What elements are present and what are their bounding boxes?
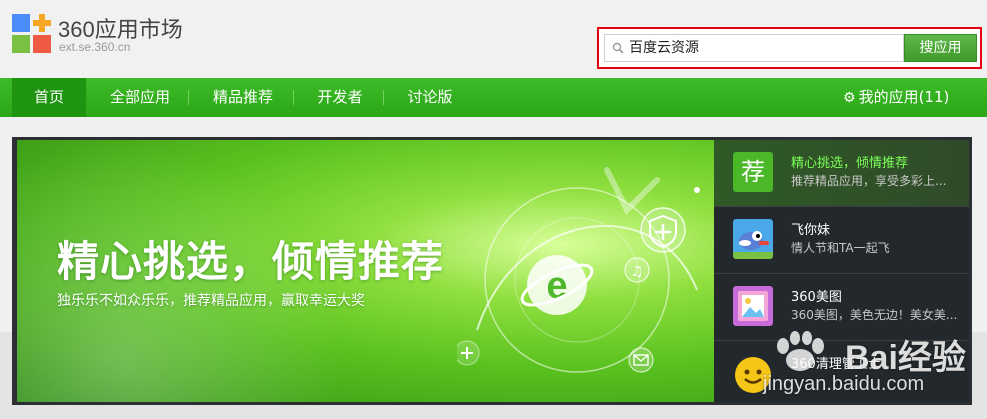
music-icon: ♫	[624, 257, 650, 283]
recommend-icon: 荐	[733, 152, 773, 192]
header-bar: 360应用市场 ext.se.360.cn 搜应用	[0, 0, 987, 78]
side-item-desc: 推荐精品应用，享受多彩上...	[791, 174, 947, 188]
watermark-brand: Bai经验	[845, 339, 966, 377]
nav-developers[interactable]: 开发者	[302, 78, 378, 117]
nav-forum[interactable]: 讨论版	[392, 78, 468, 117]
banner-subtitle: 独乐乐不如众乐乐，推荐精品应用，赢取幸运大奖	[57, 293, 365, 309]
search-icon	[612, 42, 624, 54]
side-item-title: 360美图	[791, 290, 842, 305]
my-apps-link[interactable]: ⚙ 我的应用(11)	[843, 78, 949, 117]
paw-icon	[777, 331, 824, 371]
browser-orbit-illustration: e ♫	[457, 167, 700, 373]
nav-featured[interactable]: 精品推荐	[198, 78, 288, 117]
logo-icon[interactable]	[12, 14, 52, 54]
main-nav: 首页 全部应用 精品推荐 开发者 讨论版 ⚙ 我的应用(11)	[0, 78, 987, 117]
nav-home[interactable]: 首页	[12, 78, 86, 117]
side-item-title: 精心挑选，倾情推荐	[791, 156, 909, 171]
nav-divider	[293, 90, 294, 105]
search-box: 搜应用	[597, 27, 982, 69]
gear-icon: ⚙	[843, 90, 856, 106]
bird-icon	[733, 219, 773, 259]
svg-text:♫: ♫	[631, 264, 644, 280]
search-button[interactable]: 搜应用	[904, 34, 977, 62]
ie-logo-icon: e	[520, 255, 594, 315]
nav-divider	[188, 90, 189, 105]
watermark-url: jingyan.baidu.com	[763, 373, 925, 395]
search-input[interactable]	[629, 35, 899, 61]
side-item-title: 飞你妹	[791, 223, 831, 238]
shield-icon	[640, 207, 686, 253]
side-item-desc: 情人节和TA一起飞	[791, 241, 890, 255]
side-item-recommend[interactable]: 荐 精心挑选，倾情推荐 推荐精品应用，享受多彩上...	[714, 140, 969, 206]
banner-hero[interactable]: e ♫ 精心挑选，倾情推荐 独乐乐不如众乐乐，推荐精品应用，赢取幸运大奖	[17, 140, 714, 402]
baidu-jingyan-watermark: Bai经验 jingyan.baidu.com	[757, 330, 982, 419]
side-item-desc: 360美图，美色无边！美女美...	[791, 308, 958, 322]
nav-divider	[383, 90, 384, 105]
my-apps-label: 我的应用(11)	[858, 88, 950, 106]
side-item-flappy[interactable]: 飞你妹 情人节和TA一起飞	[714, 207, 969, 273]
plus-icon	[457, 340, 480, 366]
nav-all-apps[interactable]: 全部应用	[94, 78, 186, 117]
search-input-wrapper	[604, 34, 904, 62]
mail-icon	[628, 347, 654, 373]
banner-title: 精心挑选，倾情推荐	[57, 237, 445, 286]
picture-icon	[733, 286, 773, 326]
logo-domain: ext.se.360.cn	[59, 40, 131, 54]
